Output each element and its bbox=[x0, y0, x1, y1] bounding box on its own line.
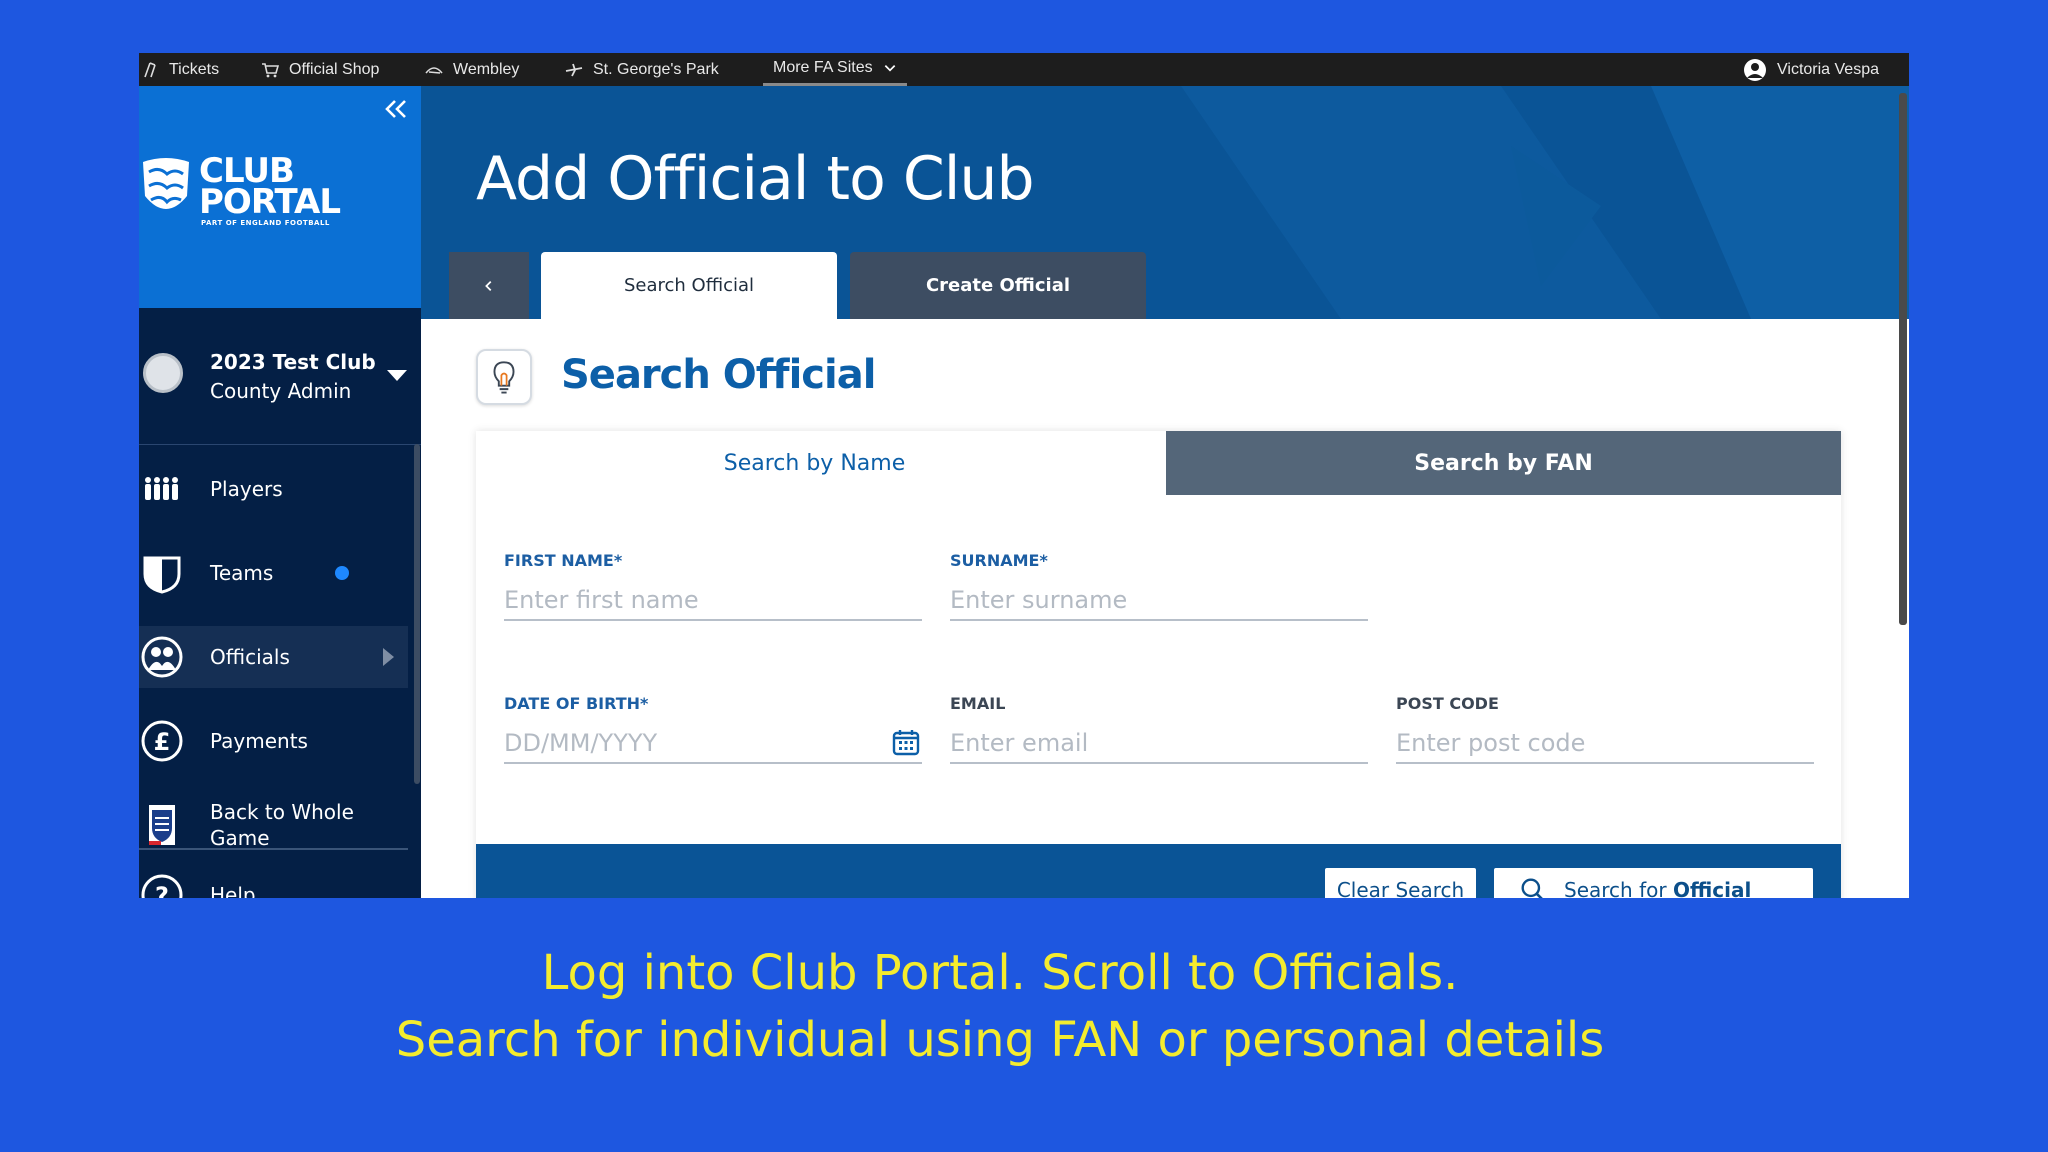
shop-link[interactable]: Official Shop bbox=[261, 53, 379, 86]
instruction-caption: Log into Club Portal. Scroll to Official… bbox=[0, 940, 2000, 1074]
main-scrollbar[interactable] bbox=[1899, 93, 1907, 625]
user-avatar-icon bbox=[1744, 58, 1766, 81]
shop-label: Official Shop bbox=[289, 60, 380, 78]
sidebar-item-help[interactable]: ? Help bbox=[139, 864, 408, 898]
main-content: Search Official Search by Name Search by… bbox=[421, 319, 1909, 898]
dob-label: DATE OF BIRTH* bbox=[504, 694, 649, 713]
sidebar-item-label: Officials bbox=[210, 645, 290, 669]
search-icon bbox=[1521, 878, 1543, 898]
club-badge-icon bbox=[143, 353, 183, 393]
cart-icon bbox=[262, 62, 279, 77]
ticket-icon bbox=[144, 61, 156, 77]
sidebar-item-label: Help bbox=[210, 883, 256, 898]
user-name: Victoria Vespa bbox=[1777, 60, 1879, 78]
fa-crest-icon bbox=[149, 805, 175, 845]
lightbulb-icon-box bbox=[476, 349, 532, 405]
dob-field: DATE OF BIRTH* bbox=[504, 694, 922, 764]
subtab-search-by-name[interactable]: Search by Name bbox=[476, 431, 1153, 495]
search-button-label: Search for Official bbox=[1564, 878, 1751, 898]
tab-create-official[interactable]: Create Official bbox=[850, 252, 1146, 319]
surname-field: SURNAME* bbox=[950, 551, 1368, 621]
action-bar: Clear Search Search for Official bbox=[476, 844, 1841, 898]
plane-icon bbox=[565, 63, 583, 76]
caret-right-icon bbox=[383, 648, 394, 666]
postcode-input[interactable] bbox=[1396, 724, 1814, 764]
sidebar-item-label: Teams bbox=[210, 561, 274, 585]
three-lions-crest-icon bbox=[143, 158, 189, 209]
wembley-link[interactable]: Wembley bbox=[425, 53, 519, 86]
sidebar-item-label: Back to Whole Game bbox=[210, 800, 354, 850]
dob-input[interactable] bbox=[504, 724, 922, 764]
sidebar-item-teams[interactable]: Teams bbox=[139, 542, 408, 604]
club-name: 2023 Test Club bbox=[210, 350, 376, 374]
chevron-left-icon bbox=[485, 280, 492, 291]
postcode-label: POST CODE bbox=[1396, 694, 1499, 713]
tab-back-button[interactable] bbox=[449, 252, 529, 319]
sidebar-item-officials[interactable]: Officials bbox=[139, 626, 408, 688]
sidebar-item-payments[interactable]: £ Payments bbox=[139, 710, 408, 772]
sidebar-scrollbar[interactable] bbox=[414, 444, 420, 784]
email-label: EMAIL bbox=[950, 694, 1006, 713]
players-icon bbox=[145, 477, 178, 500]
first-name-field: FIRST NAME* bbox=[504, 551, 922, 621]
search-official-button[interactable]: Search for Official bbox=[1492, 866, 1815, 898]
stadium-icon bbox=[425, 66, 443, 74]
surname-input[interactable] bbox=[950, 581, 1368, 621]
stgeorges-link[interactable]: St. George's Park bbox=[565, 53, 719, 86]
email-field: EMAIL bbox=[950, 694, 1368, 764]
first-name-label: FIRST NAME* bbox=[504, 551, 623, 570]
sidebar: CLUB PORTAL PART OF ENGLAND FOOTBALL 202… bbox=[139, 86, 421, 898]
stgeorges-label: St. George's Park bbox=[593, 60, 719, 78]
tickets-link[interactable]: Tickets bbox=[141, 53, 219, 86]
search-button-bold: Official bbox=[1672, 878, 1752, 898]
first-name-input[interactable] bbox=[504, 581, 922, 621]
tickets-label: Tickets bbox=[169, 60, 220, 78]
clear-search-button[interactable]: Clear Search bbox=[1323, 866, 1478, 898]
tab-search-official[interactable]: Search Official bbox=[541, 252, 837, 319]
notification-dot bbox=[335, 566, 349, 580]
pound-icon: £ bbox=[141, 720, 183, 762]
section-title: Search Official bbox=[561, 352, 876, 398]
calendar-icon[interactable] bbox=[892, 728, 920, 756]
lightbulb-icon bbox=[493, 361, 515, 394]
sidebar-item-label: Players bbox=[210, 477, 283, 501]
wembley-label: Wembley bbox=[453, 60, 520, 78]
subtab-search-by-fan[interactable]: Search by FAN bbox=[1166, 431, 1841, 495]
search-button-prefix: Search for bbox=[1564, 878, 1673, 898]
sidebar-divider bbox=[139, 848, 408, 850]
surname-label: SURNAME* bbox=[950, 551, 1048, 570]
app-screenshot: Tickets Official Shop Wembley St. George… bbox=[139, 53, 1909, 898]
email-input[interactable] bbox=[950, 724, 1368, 764]
page-header: Add Official to Club Search Official Cre… bbox=[421, 86, 1909, 319]
top-nav-bar: Tickets Official Shop Wembley St. George… bbox=[139, 53, 1909, 86]
postcode-field: POST CODE bbox=[1396, 694, 1814, 764]
officials-icon bbox=[141, 636, 183, 678]
sidebar-item-players[interactable]: Players bbox=[139, 458, 408, 520]
collapse-sidebar-icon[interactable] bbox=[383, 98, 409, 120]
club-selector[interactable]: 2023 Test Club County Admin bbox=[139, 308, 421, 445]
logo-portal-text: PORTAL bbox=[199, 182, 341, 222]
club-role: County Admin bbox=[210, 379, 352, 403]
caption-line-1: Log into Club Portal. Scroll to Official… bbox=[541, 945, 1459, 1001]
brand-area: CLUB PORTAL PART OF ENGLAND FOOTBALL bbox=[139, 86, 421, 308]
sidebar-item-label: Payments bbox=[210, 729, 308, 753]
logo-tagline: PART OF ENGLAND FOOTBALL bbox=[201, 219, 330, 227]
page-title: Add Official to Club bbox=[476, 144, 1035, 214]
svg-text:?: ? bbox=[155, 882, 169, 898]
sidebar-item-back-to-whole-game[interactable]: Back to Whole Game bbox=[139, 794, 408, 856]
more-fa-sites-label: More FA Sites bbox=[773, 59, 873, 76]
search-card: Search by Name Search by FAN FIRST NAME*… bbox=[476, 431, 1841, 898]
shield-icon bbox=[143, 556, 181, 594]
caret-down-icon bbox=[387, 370, 407, 381]
caption-line-2: Search for individual using FAN or perso… bbox=[395, 1012, 1605, 1068]
chevron-down-icon bbox=[884, 65, 895, 72]
user-menu[interactable]: Victoria Vespa bbox=[1743, 53, 1879, 86]
help-icon: ? bbox=[141, 874, 183, 898]
more-fa-sites-dropdown[interactable]: More FA Sites bbox=[763, 53, 907, 86]
svg-text:£: £ bbox=[154, 728, 171, 756]
